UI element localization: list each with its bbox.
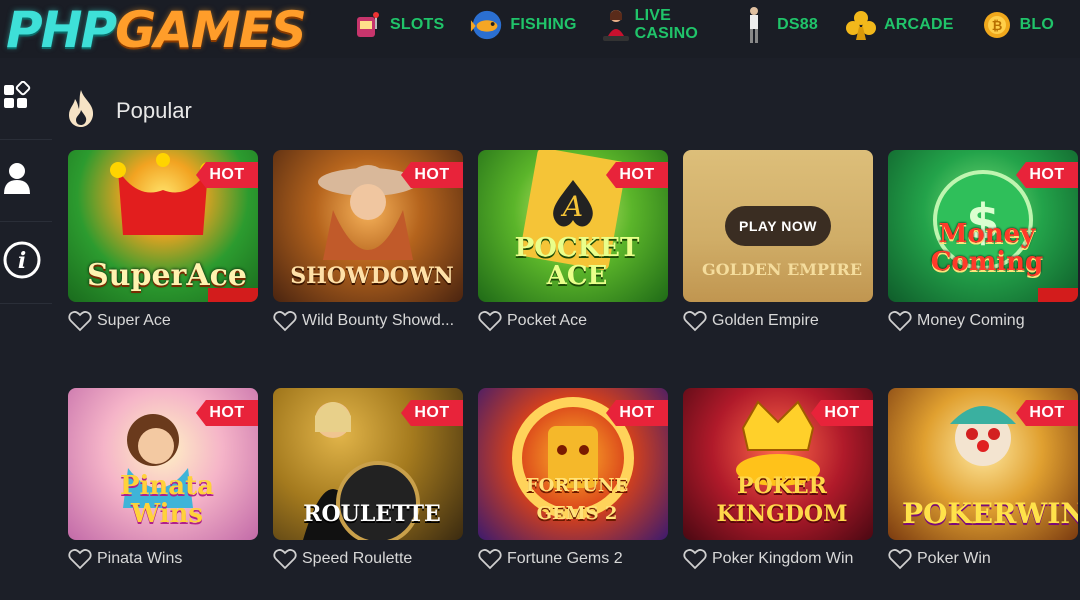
top-bar: PHPGAMES SLOTS FISHING LIVE CASINO DS88 xyxy=(0,0,1080,58)
heart-icon[interactable] xyxy=(273,548,297,570)
dealer-icon xyxy=(602,8,629,42)
game-name[interactable]: Money Coming xyxy=(917,312,1025,330)
game-card-money-coming[interactable]: $ Money Coming HOT xyxy=(888,150,1078,302)
nav-label-live-casino: LIVE CASINO xyxy=(634,7,699,42)
section-title: Popular xyxy=(116,97,192,123)
game-card-wild-bounty-showdown[interactable]: SHOWDOWN HOT xyxy=(273,150,463,302)
section-header: Popular xyxy=(66,88,192,133)
game-art-title: Pinata Wins xyxy=(119,471,215,529)
sidebar-info-button[interactable]: i xyxy=(0,222,52,304)
game-label-pocket-ace: Pocket Ace xyxy=(478,310,673,332)
game-label-fortune-gems-2: Fortune Gems 2 xyxy=(478,548,673,570)
heart-icon[interactable] xyxy=(478,310,502,332)
logo-php-text: PHP xyxy=(6,1,117,58)
game-art-title: SHOWDOWN xyxy=(290,263,454,289)
apps-grid-icon xyxy=(2,80,32,116)
hot-badge: HOT xyxy=(606,162,668,188)
hot-badge: HOT xyxy=(401,400,463,426)
nav-label-blog: BLO xyxy=(1019,16,1054,33)
game-art-title: POCKET ACE xyxy=(514,233,640,291)
game-label-speed-roulette: Speed Roulette xyxy=(273,548,468,570)
hot-badge: HOT xyxy=(196,162,258,188)
game-label-poker-kingdom-win: Poker Kingdom Win xyxy=(683,548,878,570)
game-label-money-coming: Money Coming xyxy=(888,310,1080,332)
heart-icon[interactable] xyxy=(888,310,912,332)
club-icon xyxy=(844,8,878,42)
flame-icon xyxy=(66,88,96,133)
rooster-icon xyxy=(737,7,771,43)
nav-item-fishing[interactable]: FISHING xyxy=(470,8,576,42)
heart-icon[interactable] xyxy=(273,310,297,332)
heart-icon[interactable] xyxy=(68,548,92,570)
coin-icon: ₿ xyxy=(980,8,1014,42)
game-card-pocket-ace[interactable]: A POCKET ACE HOT xyxy=(478,150,668,302)
info-icon: i xyxy=(2,240,42,285)
game-card-poker-kingdom-win[interactable]: POKER KINGDOM HOT xyxy=(683,388,873,540)
game-card-speed-roulette[interactable]: ROULETTE HOT xyxy=(273,388,463,540)
game-name[interactable]: Poker Win xyxy=(917,550,991,568)
game-art-title: SuperAce xyxy=(87,258,247,293)
nav-label-slots: SLOTS xyxy=(390,16,445,33)
nav-item-slots[interactable]: SLOTS xyxy=(350,8,444,42)
game-card-pinata-wins[interactable]: Pinata Wins HOT xyxy=(68,388,258,540)
game-name[interactable]: Super Ace xyxy=(97,312,171,330)
game-card-golden-empire[interactable]: GOLDEN EMPIRE PLAY NOW xyxy=(683,150,873,302)
game-art-title: ROULETTE xyxy=(303,501,441,527)
play-now-button[interactable]: PLAY NOW xyxy=(725,206,831,246)
game-art-title: FORTUNE GEMS 2 xyxy=(525,475,629,524)
game-label-pinata-wins: Pinata Wins xyxy=(68,548,263,570)
heart-icon[interactable] xyxy=(68,310,92,332)
game-art-title: GOLDEN EMPIRE xyxy=(701,260,863,279)
game-card-super-ace[interactable]: SuperAce HOT xyxy=(68,150,258,302)
game-label-super-ace: Super Ace xyxy=(68,310,263,332)
hot-badge: HOT xyxy=(811,400,873,426)
game-label-poker-win: Poker Win xyxy=(888,548,1080,570)
game-label-golden-empire: Golden Empire xyxy=(683,310,878,332)
game-name[interactable]: Golden Empire xyxy=(712,312,819,330)
heart-icon[interactable] xyxy=(683,310,707,332)
nav-item-arcade[interactable]: ARCADE xyxy=(844,8,954,42)
fish-icon xyxy=(470,8,504,42)
game-name[interactable]: Pinata Wins xyxy=(97,550,182,568)
game-name[interactable]: Fortune Gems 2 xyxy=(507,550,623,568)
hot-badge: HOT xyxy=(606,400,668,426)
hot-badge: HOT xyxy=(401,162,463,188)
user-icon xyxy=(2,161,32,200)
svg-text:₿: ₿ xyxy=(991,19,1002,34)
nav-label-ds88: DS88 xyxy=(777,16,818,33)
nav-item-blog[interactable]: ₿ BLO xyxy=(980,8,1054,42)
game-art-title: POKERWIN xyxy=(902,497,1078,530)
main-nav: SLOTS FISHING LIVE CASINO DS88 ARCADE ₿ … xyxy=(250,0,1080,50)
slot-machine-icon xyxy=(350,8,384,42)
heart-icon[interactable] xyxy=(888,548,912,570)
game-label-wild-bounty: Wild Bounty Showd... xyxy=(273,310,468,332)
game-card-fortune-gems-2[interactable]: FORTUNE GEMS 2 HOT xyxy=(478,388,668,540)
heart-icon[interactable] xyxy=(478,548,502,570)
hot-badge: HOT xyxy=(196,400,258,426)
heart-icon[interactable] xyxy=(683,548,707,570)
game-art-title: Money Coming xyxy=(930,219,1044,277)
game-name[interactable]: Speed Roulette xyxy=(302,550,412,568)
sidebar-apps-button[interactable] xyxy=(0,58,52,140)
nav-label-fishing: FISHING xyxy=(510,16,577,33)
nav-item-live-casino[interactable]: LIVE CASINO xyxy=(602,7,712,43)
svg-text:i: i xyxy=(18,248,26,274)
game-name[interactable]: Pocket Ace xyxy=(507,312,587,330)
game-name[interactable]: Wild Bounty Showd... xyxy=(302,312,454,330)
hot-badge: HOT xyxy=(1016,400,1078,426)
game-card-poker-win[interactable]: POKERWIN HOT xyxy=(888,388,1078,540)
sidebar-user-button[interactable] xyxy=(0,140,52,222)
game-art-title: POKER KINGDOM xyxy=(716,473,848,527)
game-name[interactable]: Poker Kingdom Win xyxy=(712,550,853,568)
svg-text:A: A xyxy=(560,190,583,223)
nav-item-ds88[interactable]: DS88 xyxy=(737,7,818,43)
nav-label-arcade: ARCADE xyxy=(883,16,954,33)
sidebar: i xyxy=(0,58,52,600)
hot-badge: HOT xyxy=(1016,162,1078,188)
